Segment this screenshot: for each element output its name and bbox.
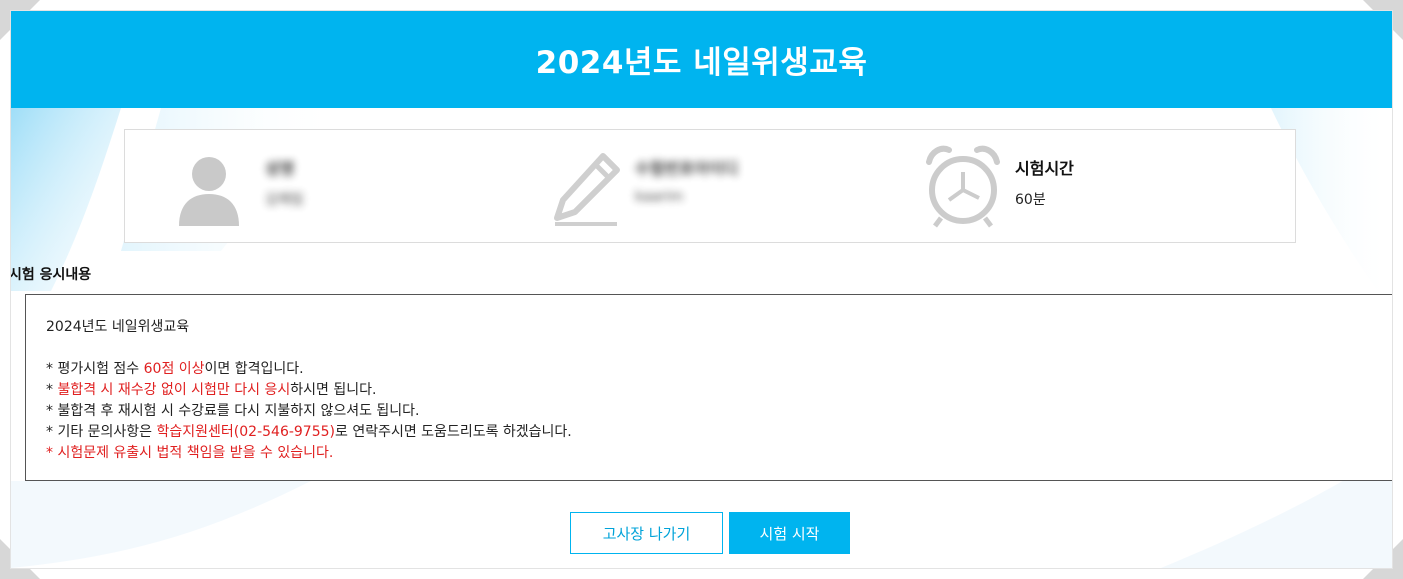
notice-line-legal: * 시험문제 유출시 법적 책임을 받을 수 있습니다. [46,445,334,461]
notice-line-retake: * 불합격 시 재수강 없이 시험만 다시 응시하시면 됩니다. [46,382,377,398]
exam-title: 2024년도 네일위생교육 [535,45,868,81]
name-label: 성명 [265,159,295,178]
id-value: kaarim [635,189,684,205]
alarm-clock-icon [926,145,1000,228]
exit-exam-room-button[interactable]: 고사장 나가기 [570,512,723,554]
exam-time-value: 60분 [1015,192,1046,208]
notice-heading: 2024년도 네일위생교육 [46,319,190,335]
notice-line-pass-score: * 평가시험 점수 60점 이상이면 합격입니다. [46,361,304,377]
section-title: 시험 응시내용 [11,267,92,283]
id-label: 수험번호아이디 [635,159,739,178]
pencil-icon [554,153,620,226]
notice-line-contact: * 기타 문의사항은 학습지원센터(02-546-9755)로 연락주시면 도움… [46,424,572,440]
name-block: 성명 김예림 [125,130,515,242]
time-block: 시험시간 60분 [905,130,1295,242]
exam-window: 2024년도 네일위생교육 성명 김예림 수험번호아이디 kaarim 시험시간… [11,11,1392,568]
person-icon [179,157,239,226]
notice-line-fee: * 불합격 후 재시험 시 수강료를 다시 지불하지 않으셔도 됩니다. [46,403,420,419]
start-exam-button[interactable]: 시험 시작 [729,512,850,554]
exam-notice-box: 2024년도 네일위생교육 * 평가시험 점수 60점 이상이면 합격입니다. … [25,294,1392,481]
exam-title-bar: 2024년도 네일위생교육 [11,11,1392,108]
examinee-info-panel: 성명 김예림 수험번호아이디 kaarim 시험시간 60분 [124,129,1296,243]
name-value: 김예림 [265,192,304,208]
id-block: 수험번호아이디 kaarim [515,130,905,242]
exam-time-label: 시험시간 [1015,159,1074,178]
